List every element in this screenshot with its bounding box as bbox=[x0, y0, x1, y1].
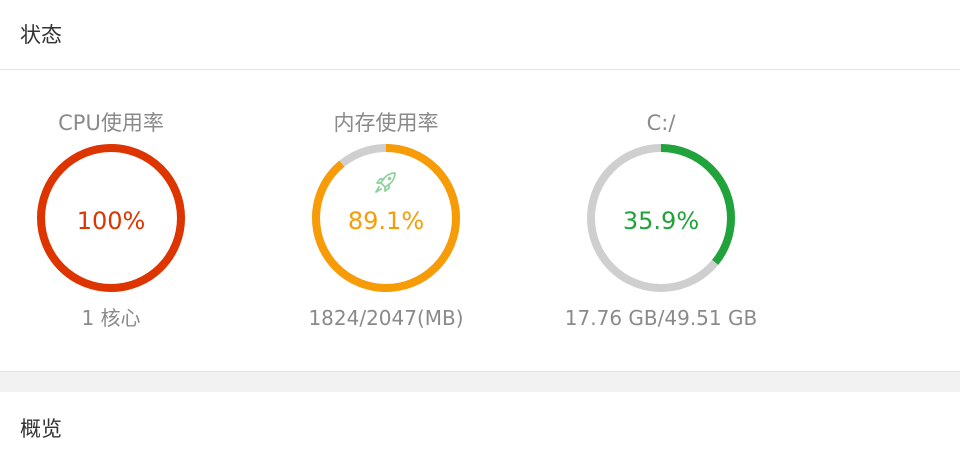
memory-usage-label: 内存使用率 bbox=[333, 111, 439, 135]
disk-c-usage-detail: 17.76 GB/49.51 GB bbox=[564, 306, 758, 330]
memory-usage-detail: 1824/2047(MB) bbox=[308, 306, 464, 330]
status-card: 状态 CPU使用率 100% 1 核心 内存使用率 89.1% 1824/204… bbox=[0, 0, 960, 372]
status-card-header: 状态 bbox=[0, 0, 960, 70]
cpu-usage-gauge: CPU使用率 100% 1 核心 bbox=[0, 104, 241, 344]
overview-card: 概览 bbox=[0, 392, 960, 453]
disk-c-usage-gauge: C:/ 35.9% 17.76 GB/49.51 GB bbox=[531, 104, 791, 344]
disk-c-usage-value: 35.9% bbox=[622, 207, 700, 235]
disk-c-label: C:/ bbox=[646, 111, 676, 135]
cpu-usage-value: 100% bbox=[76, 207, 146, 235]
memory-usage-gauge: 内存使用率 89.1% 1824/2047(MB) bbox=[256, 104, 516, 344]
rocket-icon[interactable] bbox=[371, 167, 401, 197]
memory-usage-value: 89.1% bbox=[347, 207, 425, 235]
overview-card-title: 概览 bbox=[20, 417, 62, 441]
cpu-usage-label: CPU使用率 bbox=[58, 111, 164, 135]
status-card-title: 状态 bbox=[20, 23, 62, 47]
cpu-core-count: 1 核心 bbox=[81, 306, 141, 330]
